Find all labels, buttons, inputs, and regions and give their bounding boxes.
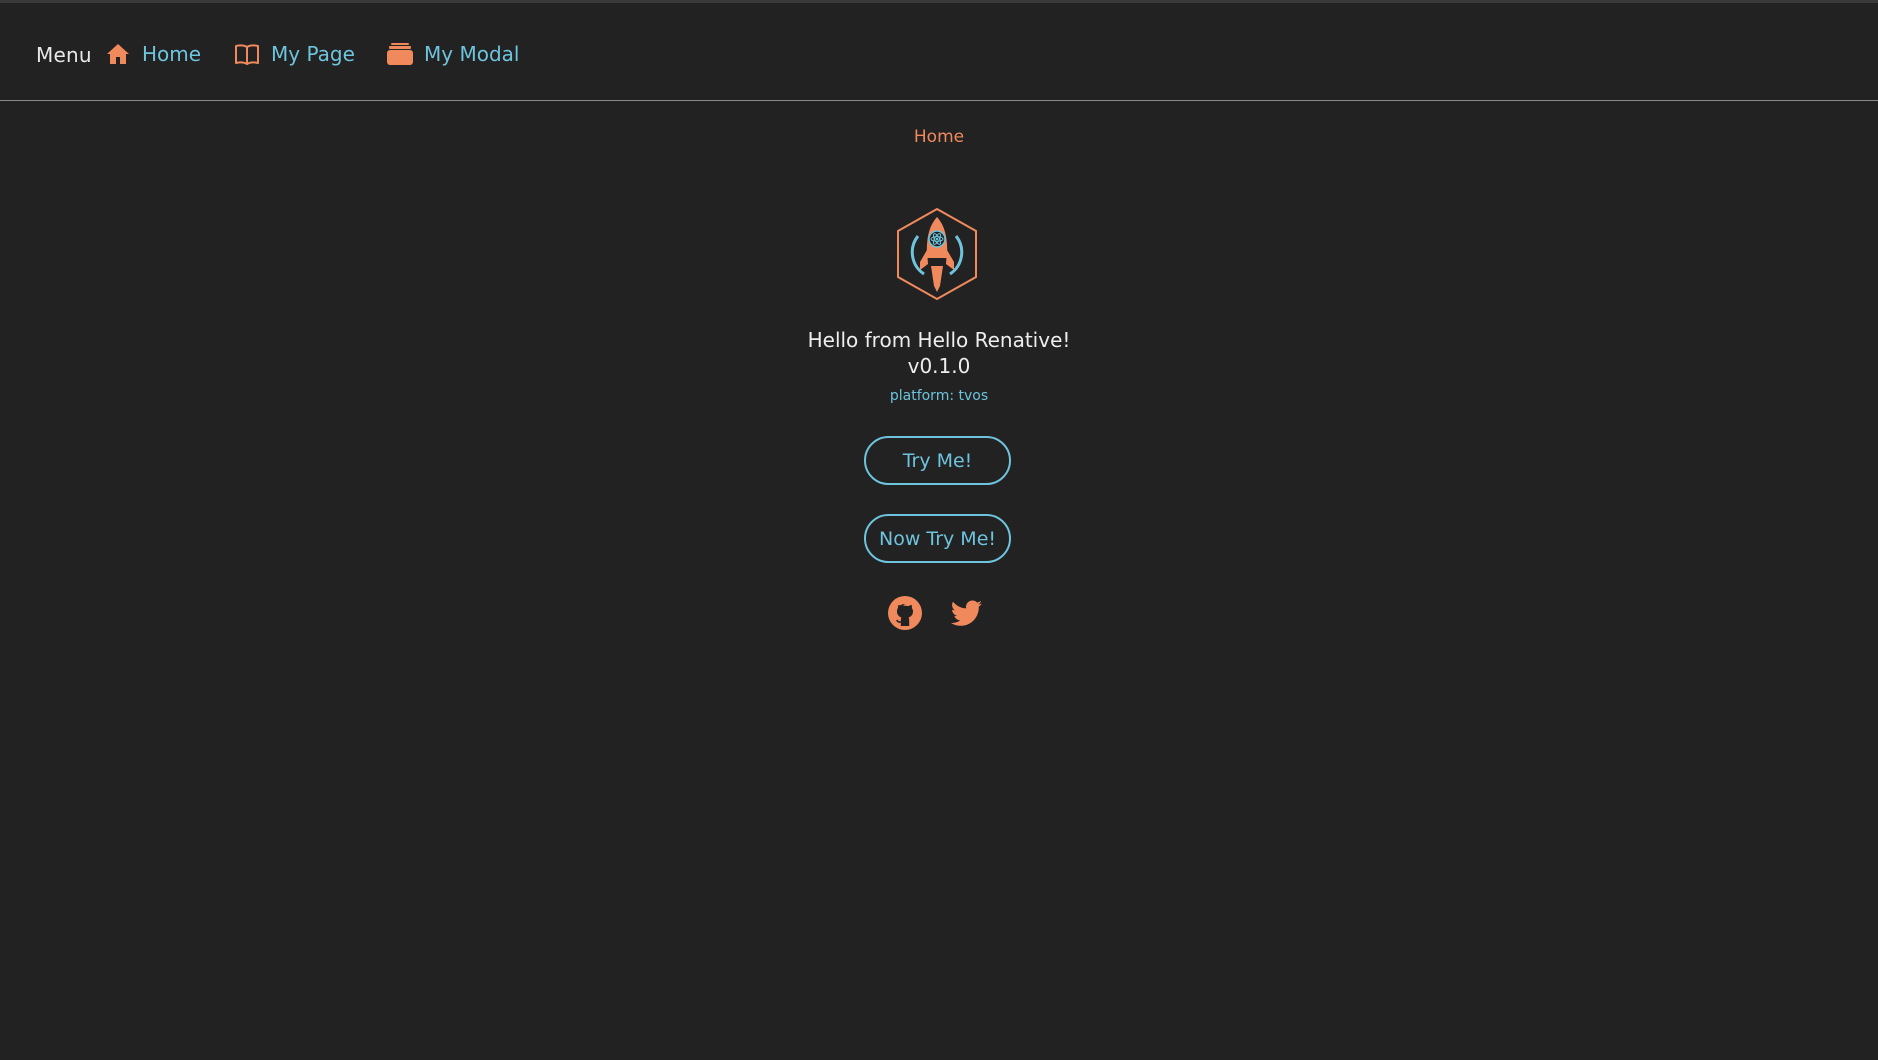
layers-icon <box>386 40 414 68</box>
top-navigation-bar: Menu Home My Page My Modal <box>0 3 1878 101</box>
twitter-icon[interactable] <box>947 595 983 631</box>
rocket-hexagon-logo <box>894 206 980 302</box>
platform-label: platform: tvos <box>889 388 989 404</box>
nav-item-my-page-label: My Page <box>271 42 355 66</box>
app-page: Menu Home My Page My Modal Home Hello fr… <box>0 0 1878 1060</box>
book-icon <box>233 40 261 68</box>
nav-item-my-page[interactable]: My Page <box>233 39 355 69</box>
welcome-title: Hello from Hello Renative! <box>807 328 1071 352</box>
menu-label: Menu <box>36 43 92 67</box>
breadcrumb: Home <box>913 127 965 147</box>
nav-item-my-modal-label: My Modal <box>424 42 520 66</box>
version-label: v0.1.0 <box>907 354 971 378</box>
home-icon <box>104 40 132 68</box>
nav-item-home-label: Home <box>142 42 202 66</box>
github-icon[interactable] <box>887 595 923 631</box>
nav-item-home[interactable]: Home <box>104 39 201 69</box>
try-me-button[interactable]: Try Me! <box>864 436 1011 485</box>
now-try-me-button[interactable]: Now Try Me! <box>864 514 1011 563</box>
nav-item-my-modal[interactable]: My Modal <box>386 39 519 69</box>
